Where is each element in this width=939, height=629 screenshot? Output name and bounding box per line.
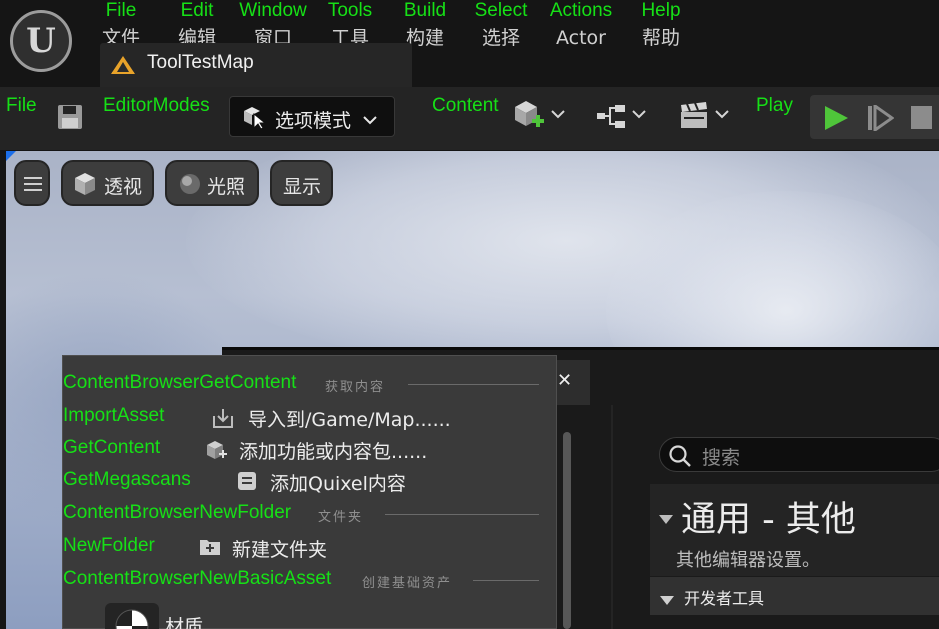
- menu-select-label: 选择: [481, 27, 520, 49]
- show-button[interactable]: 显示: [270, 160, 333, 206]
- perspective-label: 透视: [104, 176, 143, 198]
- section-new-basic-asset: ContentBrowserNewBasicAsset 创建基础资产: [63, 566, 543, 596]
- show-label: 显示: [283, 176, 322, 198]
- cinematics-icon[interactable]: [678, 99, 734, 135]
- blueprint-icon[interactable]: [595, 99, 651, 135]
- menu-help[interactable]: Help 帮助: [638, 0, 684, 56]
- section-new-basic-asset-id: ContentBrowserNewBasicAsset: [63, 568, 332, 589]
- menu-window-id: Window: [239, 0, 307, 21]
- menu-actions[interactable]: Actions Actor: [545, 0, 617, 56]
- level-warning-icon: [110, 55, 136, 79]
- material-sphere-icon: [114, 608, 150, 629]
- import-asset-id: ImportAsset: [63, 405, 165, 426]
- hamburger-icon: [24, 175, 42, 197]
- section-get-content-id: ContentBrowserGetContent: [63, 372, 297, 393]
- material-label[interactable]: 材质: [165, 612, 203, 629]
- menu-item-import-asset[interactable]: ImportAsset 导入到/Game/Map......: [63, 403, 543, 433]
- menu-select-id: Select: [474, 0, 528, 21]
- settings-section-title: 通用 - 其他: [681, 500, 856, 540]
- developer-tools-label: 开发者工具: [684, 589, 765, 608]
- new-folder-label: 新建文件夹: [232, 539, 328, 561]
- import-asset-label: 导入到/Game/Map......: [248, 409, 451, 431]
- menu-item-new-folder[interactable]: NewFolder 新建文件夹: [63, 533, 543, 563]
- section-divider: [408, 384, 539, 385]
- section-new-basic-asset-title: 创建基础资产: [362, 576, 453, 591]
- menu-actions-label: Actor: [556, 27, 606, 49]
- stop-icon[interactable]: [910, 105, 934, 135]
- perspective-button[interactable]: 透视: [61, 160, 154, 206]
- toolbar-file-id: File: [6, 95, 37, 116]
- menu-file-id: File: [105, 0, 137, 21]
- section-new-folder: ContentBrowserNewFolder 文件夹: [63, 500, 543, 530]
- section-new-folder-title: 文件夹: [318, 510, 364, 525]
- chevron-down-icon: [362, 111, 378, 130]
- section-get-content: ContentBrowserGetContent 获取内容: [63, 370, 543, 400]
- lighting-button[interactable]: 光照: [165, 160, 259, 206]
- menu-tools-id: Tools: [327, 0, 373, 21]
- select-mode-icon: [242, 105, 268, 133]
- level-tab-label: ToolTestMap: [147, 52, 254, 73]
- import-icon: [211, 406, 235, 434]
- collapse-triangle-icon: [659, 510, 673, 529]
- unreal-logo[interactable]: U: [10, 10, 72, 72]
- get-megascans-label: 添加Quixel内容: [270, 473, 406, 495]
- level-tab[interactable]: ToolTestMap: [100, 43, 412, 87]
- new-folder-id: NewFolder: [63, 535, 155, 556]
- settings-search-input[interactable]: 搜索: [659, 437, 939, 472]
- lighting-sphere-icon: [178, 172, 202, 201]
- toolbar-editor-modes-id: EditorModes: [103, 95, 210, 116]
- menu-edit-id: Edit: [180, 0, 214, 21]
- search-icon: [668, 444, 692, 472]
- settings-section-header[interactable]: 通用 - 其他 其他编辑器设置。: [650, 484, 939, 576]
- get-content-label: 添加功能或内容包......: [239, 441, 428, 463]
- viewport-focus-marker: [6, 151, 16, 161]
- quixel-icon: [236, 470, 258, 496]
- menu-build-id: Build: [403, 0, 447, 21]
- menu-select[interactable]: Select 选择: [472, 0, 530, 56]
- get-content-id: GetContent: [63, 437, 161, 458]
- collapse-triangle-icon: [660, 591, 674, 610]
- close-icon[interactable]: ✕: [557, 370, 572, 391]
- cube-icon: [73, 172, 97, 201]
- toolbar-content-id: Content: [432, 95, 499, 116]
- material-thumbnail[interactable]: [105, 603, 159, 629]
- save-icon[interactable]: [56, 103, 84, 135]
- new-folder-icon: [198, 536, 222, 562]
- menu-help-label: 帮助: [641, 27, 680, 49]
- play-icon[interactable]: [822, 105, 850, 135]
- panel-splitter[interactable]: [611, 405, 613, 629]
- window-tab[interactable]: ✕: [555, 360, 590, 405]
- dropdown-scrollbar[interactable]: [563, 432, 571, 629]
- toolbar-play-id: Play: [756, 95, 793, 116]
- add-content-button[interactable]: [512, 99, 568, 135]
- mode-select-label: 选项模式: [275, 110, 352, 132]
- section-divider: [385, 514, 539, 515]
- menu-item-get-content[interactable]: GetContent 添加功能或内容包......: [63, 435, 543, 465]
- advance-frame-icon[interactable]: [866, 103, 895, 135]
- menu-help-id: Help: [641, 0, 681, 21]
- viewport-options-button[interactable]: [14, 160, 50, 206]
- settings-section-description: 其他编辑器设置。: [676, 550, 820, 571]
- menu-bar: U File 文件 Edit 编辑 Window 窗口 Tools 工具 Bui…: [0, 0, 939, 87]
- lighting-label: 光照: [207, 176, 246, 198]
- search-placeholder: 搜索: [702, 447, 741, 469]
- main-toolbar: File EditorModes 选项模式 Content Play: [0, 87, 939, 150]
- play-controls: [810, 95, 939, 139]
- menu-actions-id: Actions: [549, 0, 613, 21]
- mode-select-dropdown[interactable]: 选项模式: [229, 96, 395, 137]
- section-divider: [473, 580, 539, 581]
- section-new-folder-id: ContentBrowserNewFolder: [63, 502, 292, 523]
- menu-item-get-megascans[interactable]: GetMegascans 添加Quixel内容: [63, 467, 543, 497]
- get-megascans-id: GetMegascans: [63, 469, 191, 490]
- developer-tools-category[interactable]: 开发者工具: [650, 577, 939, 615]
- section-get-content-title: 获取内容: [325, 380, 386, 395]
- feature-pack-icon: [204, 438, 228, 466]
